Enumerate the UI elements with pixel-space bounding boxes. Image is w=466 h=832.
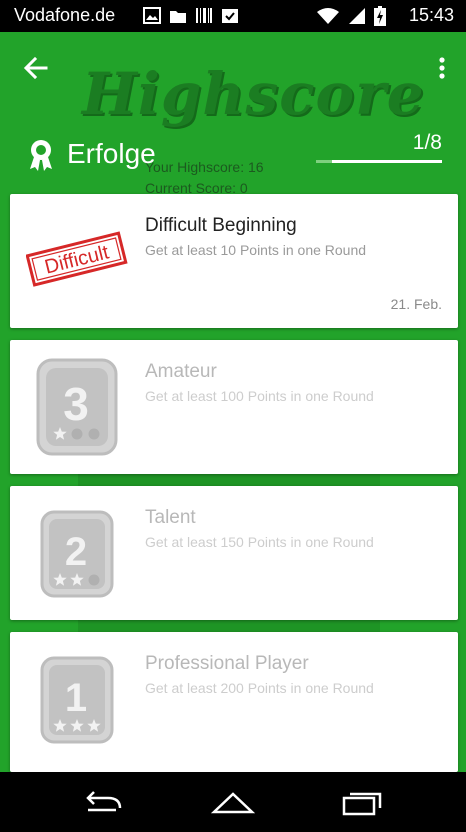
arrow-back-icon[interactable] bbox=[22, 54, 50, 82]
notification-icons bbox=[143, 7, 239, 24]
empty-star-slot bbox=[71, 428, 83, 440]
achievement-description: Get at least 10 Points in one Round bbox=[145, 242, 367, 258]
folder-icon bbox=[170, 11, 186, 23]
achievement-card[interactable]: 1 Professional Player Get at least 200 P… bbox=[10, 632, 458, 772]
empty-star-slot bbox=[88, 428, 100, 440]
battery-charging-icon bbox=[374, 6, 386, 26]
medal-number: 3 bbox=[63, 378, 89, 430]
medal-number: 2 bbox=[65, 530, 87, 574]
achievement-progress-fill bbox=[316, 160, 332, 163]
achievement-description: Get at least 100 Points in one Round bbox=[145, 388, 374, 404]
achievement-description: Get at least 150 Points in one Round bbox=[145, 534, 374, 550]
achievement-card[interactable]: 2 Talent Get at least 150 Points in one … bbox=[10, 486, 458, 620]
system-icons bbox=[316, 6, 386, 26]
navigation-bar bbox=[0, 772, 466, 832]
medal-rank-2-icon: 2 bbox=[40, 510, 114, 598]
achievement-title: Difficult Beginning bbox=[145, 215, 297, 236]
achievement-card[interactable]: Difficult Difficult Beginning Get at lea… bbox=[10, 194, 458, 328]
award-icon bbox=[30, 140, 52, 171]
achievement-date: 21. Feb. bbox=[390, 296, 442, 312]
carrier-label: Vodafone.de bbox=[14, 5, 116, 25]
medal-rank-1-icon: 1 bbox=[40, 656, 114, 744]
achievement-title: Professional Player bbox=[145, 653, 309, 674]
wifi-icon bbox=[317, 8, 339, 24]
image-icon bbox=[143, 7, 161, 24]
medal-rank-3-icon: 3 bbox=[36, 358, 118, 456]
nav-home-icon[interactable] bbox=[210, 788, 256, 816]
nav-back-icon[interactable] bbox=[80, 788, 126, 816]
achievement-progress-bar bbox=[316, 160, 442, 163]
clipboard-check-icon bbox=[222, 9, 238, 23]
achievement-title: Amateur bbox=[145, 361, 217, 382]
nav-recents-icon[interactable] bbox=[340, 788, 386, 816]
barcode-icon bbox=[196, 8, 212, 23]
empty-star-slot bbox=[88, 574, 100, 586]
status-bar: Vodafone.de 15:43 bbox=[0, 0, 466, 32]
achievement-description: Get at least 200 Points in one Round bbox=[145, 680, 374, 696]
achievement-counter: 1/8 bbox=[412, 131, 442, 154]
achievements-toolbar: Erfolge 1/8 bbox=[0, 32, 466, 192]
achievement-card[interactable]: 3 Amateur Get at least 100 Points in one… bbox=[10, 340, 458, 474]
achievement-title: Talent bbox=[145, 507, 196, 528]
signal-icon bbox=[349, 8, 365, 24]
medal-number: 1 bbox=[65, 676, 87, 720]
more-vert-icon[interactable] bbox=[438, 56, 446, 80]
page-title: Erfolge bbox=[67, 138, 156, 169]
difficult-stamp-badge: Difficult bbox=[26, 210, 128, 312]
clock: 15:43 bbox=[408, 5, 454, 25]
